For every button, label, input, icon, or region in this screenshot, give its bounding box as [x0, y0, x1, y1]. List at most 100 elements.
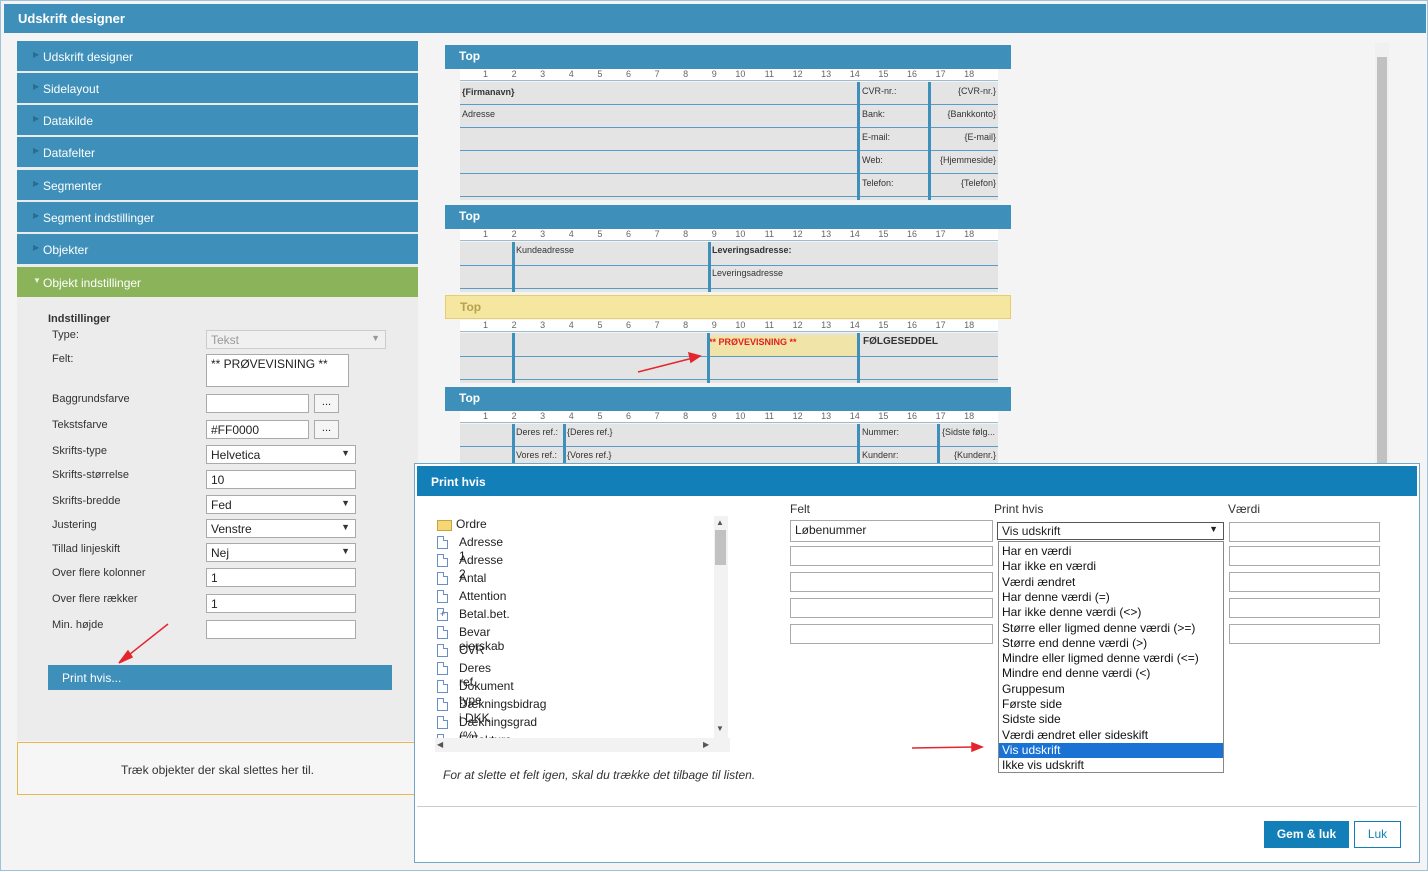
dropdown-option[interactable]: Ikke vis udskrift [999, 758, 1223, 773]
ruler-tick: 10 [735, 229, 746, 239]
print-if-button[interactable]: Print hvis... [48, 665, 392, 690]
felt-input-2[interactable] [790, 546, 993, 566]
save-close-button[interactable]: Gem & luk [1264, 821, 1349, 848]
tree-item-label: CVR [459, 643, 485, 657]
cols-input[interactable]: 1 [206, 568, 356, 587]
segment-header-selected[interactable]: Top [445, 295, 1011, 319]
felt-input-1[interactable]: Løbenummer [790, 520, 993, 542]
accordion-objekt-indstillinger[interactable]: ▼ Objekt indstillinger [17, 267, 418, 297]
text-object[interactable]: {CVR-nr.} [936, 86, 996, 96]
text-object[interactable]: Leveringsadresse [712, 268, 783, 278]
segment-header[interactable]: Top [445, 205, 1011, 229]
text-object[interactable]: Nummer: [862, 427, 899, 437]
ruler-tick: 15 [878, 411, 889, 421]
font-weight-select[interactable]: Fed ▼ [206, 495, 356, 514]
dropdown-option[interactable]: Værdi ændret eller sideskift [999, 728, 1223, 743]
bg-color-input[interactable] [206, 394, 309, 413]
dropdown-option[interactable]: Mindre eller ligmed denne værdi (<=) [999, 651, 1223, 666]
print-hvis-dropdown-list[interactable]: Har en værdi Har ikke en værdi Værdi ændre… [998, 541, 1224, 773]
text-color-picker-button[interactable]: ... [314, 420, 339, 439]
dropdown-option[interactable]: Større eller ligmed denne værdi (>=) [999, 621, 1223, 636]
accordion-datakilde[interactable]: ▶ Datakilde [17, 105, 418, 135]
accordion-sidelayout[interactable]: ▶ Sidelayout [17, 73, 418, 103]
felt-input-5[interactable] [790, 624, 993, 644]
text-object[interactable]: {Firmanavn} [462, 87, 515, 97]
min-height-input[interactable] [206, 620, 356, 639]
text-object[interactable]: {E-mail} [936, 132, 996, 142]
dropdown-option[interactable]: Vis udskrift [999, 742, 1223, 758]
dropdown-option[interactable]: Større end denne værdi (>) [999, 636, 1223, 651]
scrollbar-thumb[interactable] [715, 530, 726, 565]
field-tree[interactable]: Ordre Adresse 1 Adresse 2 Antal Attention + B… [435, 516, 731, 740]
text-object-selected[interactable]: ** PRØVEVISNING ** [709, 337, 797, 347]
font-size-input[interactable]: 10 [206, 470, 356, 489]
ruler-tick: 3 [540, 411, 546, 421]
text-object[interactable]: {Bankkonto} [936, 109, 996, 119]
dropdown-option[interactable]: Mindre end denne værdi (<) [999, 666, 1223, 681]
vaerdi-input-5[interactable] [1229, 624, 1380, 644]
arrow-left-icon[interactable]: ◀ [437, 740, 443, 749]
trash-dropzone[interactable]: Træk objekter der skal slettes her til. [17, 742, 418, 795]
accordion-udskrift-designer[interactable]: ▶ Udskrift designer [17, 41, 418, 71]
dropdown-option[interactable]: Har denne værdi (=) [999, 590, 1223, 605]
designer-scrollbar[interactable] [1375, 43, 1389, 465]
settings-heading: Indstillinger [48, 313, 111, 325]
text-object[interactable]: CVR-nr.: [862, 86, 897, 96]
dropdown-option[interactable]: Første side [999, 697, 1223, 712]
text-object[interactable]: Web: [862, 155, 883, 165]
arrow-up-icon[interactable]: ▲ [716, 518, 724, 527]
text-object[interactable]: {Telefon} [936, 178, 996, 188]
vaerdi-input-1[interactable] [1229, 522, 1380, 542]
dropdown-option[interactable]: Sidste side [999, 712, 1223, 727]
rows-input[interactable]: 1 [206, 594, 356, 613]
text-object[interactable]: Kundenr: [862, 450, 899, 460]
print-hvis-select[interactable]: Vis udskrift ▼ [997, 522, 1224, 540]
text-object[interactable]: Telefon: [862, 178, 894, 188]
tree-horizontal-scrollbar[interactable]: ◀ ▶ [435, 738, 730, 752]
text-object[interactable]: {Sidste følg... [942, 427, 998, 437]
felt-input-3[interactable] [790, 572, 993, 592]
accordion-datafelter[interactable]: ▶ Datafelter [17, 137, 418, 167]
dropdown-option[interactable]: Har ikke denne værdi (<>) [999, 605, 1223, 620]
dropdown-option[interactable]: Gruppesum [999, 682, 1223, 697]
align-select[interactable]: Venstre ▼ [206, 519, 356, 538]
caret-down-icon: ▼ [33, 276, 41, 285]
vaerdi-input-2[interactable] [1229, 546, 1380, 566]
accordion-objekter[interactable]: ▶ Objekter [17, 234, 418, 264]
text-object[interactable]: Leveringsadresse: [712, 245, 792, 255]
wrap-select[interactable]: Nej ▼ [206, 543, 356, 562]
felt-textarea[interactable]: ** PRØVEVISNING ** [206, 354, 349, 387]
text-object[interactable]: {Hjemmeside} [936, 155, 996, 165]
dropdown-option[interactable]: Værdi ændret [999, 575, 1223, 590]
vaerdi-input-4[interactable] [1229, 598, 1380, 618]
text-object[interactable]: {Deres ref.} [567, 427, 613, 437]
segment-header[interactable]: Top [445, 387, 1011, 411]
font-type-select[interactable]: Helvetica ▼ [206, 445, 356, 464]
tree-vertical-scrollbar[interactable]: ▲ ▼ [714, 516, 728, 738]
accordion-segment-indstillinger[interactable]: ▶ Segment indstillinger [17, 202, 418, 232]
text-object[interactable]: Kundeadresse [516, 245, 574, 255]
text-object[interactable]: E-mail: [862, 132, 890, 142]
accordion-segmenter[interactable]: ▶ Segmenter [17, 170, 418, 200]
ruler-tick: 9 [711, 320, 717, 330]
text-object[interactable]: {Vores ref.} [567, 450, 612, 460]
text-object[interactable]: FØLGESEDDEL [863, 336, 938, 347]
dropdown-option[interactable]: Har en værdi [999, 544, 1223, 559]
type-label: Type: [52, 329, 79, 341]
bg-color-picker-button[interactable]: ... [314, 394, 339, 413]
vaerdi-input-3[interactable] [1229, 572, 1380, 592]
arrow-down-icon[interactable]: ▼ [716, 724, 724, 733]
text-color-input[interactable]: #FF0000 [206, 420, 309, 439]
text-object[interactable]: Vores ref.: [516, 450, 557, 460]
close-button[interactable]: Luk [1354, 821, 1401, 848]
dropdown-option[interactable]: Har ikke en værdi [999, 559, 1223, 574]
text-object[interactable]: Deres ref.: [516, 427, 558, 437]
arrow-right-icon[interactable]: ▶ [703, 740, 709, 749]
text-object[interactable]: Bank: [862, 109, 885, 119]
segment-header[interactable]: Top [445, 45, 1011, 69]
scrollbar-thumb[interactable] [1377, 57, 1387, 463]
text-object[interactable]: {Kundenr.} [936, 450, 996, 460]
chevron-down-icon: ▼ [1209, 524, 1218, 534]
felt-input-4[interactable] [790, 598, 993, 618]
text-object[interactable]: Adresse [462, 109, 495, 119]
